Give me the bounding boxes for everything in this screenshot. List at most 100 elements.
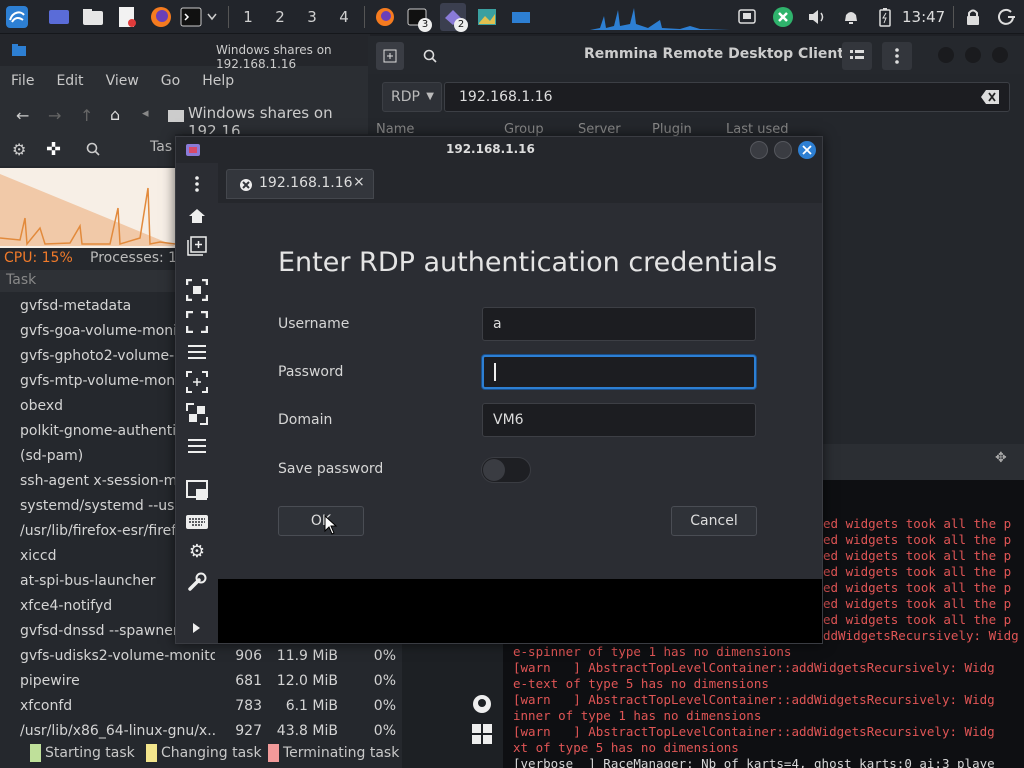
minimize-button[interactable] [938,47,954,63]
dynamic-resolution-icon[interactable] [186,403,208,425]
list-view-icon[interactable] [842,42,872,70]
multi-monitor-icon[interactable] [186,479,208,501]
file-manager-icon[interactable] [80,3,106,31]
preferences-icon[interactable]: ⚙ [186,541,208,563]
close-button[interactable] [992,47,1008,63]
cancel-button[interactable]: Cancel [671,506,757,536]
connection-tab[interactable]: 192.168.1.16 × [226,169,374,199]
clock[interactable]: 13:47 [902,0,945,34]
table-row[interactable]: xfconfd 783 6.1 MiB 0% [0,694,402,719]
terminal-task-icon[interactable]: 3 [404,3,432,32]
save-password-label: Save password [278,461,384,477]
terminal-line: [warn ] AbstractTopLevelContainer::addWi… [513,692,995,707]
remmina-task-icon[interactable]: 2 [440,3,468,32]
file-manager-window: Windows shares on 192.168.1.16 File Edit… [0,34,370,140]
minimize-button[interactable] [750,141,768,159]
home-icon[interactable] [186,205,208,227]
menu-dots-icon[interactable] [186,173,208,195]
app-status-icon[interactable] [770,3,796,31]
menu-go[interactable]: Go [150,68,191,94]
pin-icon[interactable]: ✥ [995,450,1007,466]
close-button[interactable] [798,141,816,159]
process-count: Processes: 14 [90,250,175,266]
task-name: systemd/systemd --user [20,498,175,514]
address-input[interactable]: 192.168.1.16 [444,82,1010,112]
workspace-2[interactable]: 2 [264,0,296,34]
domain-input[interactable]: VM6 [482,403,756,437]
password-input[interactable] [482,355,756,389]
text-editor-icon[interactable] [114,3,140,31]
workspace-4[interactable]: 4 [328,0,360,34]
task-name: obexd [20,398,63,414]
hamburger-icon[interactable] [186,435,208,457]
window-icon[interactable] [734,3,760,31]
remote-desktop-area[interactable] [218,579,822,643]
dialog-titlebar[interactable]: 192.168.1.16 [176,137,822,163]
home-icon[interactable]: ⌂ [110,105,120,124]
table-row[interactable]: /usr/lib/x86_64-linux-gnu/x... 927 43.8 Mi… [0,719,402,744]
fit-window-icon[interactable] [186,279,208,301]
expand-toolbar-icon[interactable] [186,617,208,639]
path-left-icon[interactable]: ◂ [142,106,149,121]
chevron-down-icon[interactable] [203,3,221,31]
workspace-3[interactable]: 3 [296,0,328,34]
terminal-line: ed widgets took all the p [823,596,1012,611]
back-icon[interactable]: ← [16,106,29,125]
menu-help[interactable]: Help [191,68,245,94]
table-row[interactable]: gvfs-udisks2-volume-monitor 906 11.9 MiB 0% [0,644,402,669]
logout-icon[interactable] [994,3,1020,31]
column-name[interactable]: Name [376,122,414,136]
up-icon[interactable]: ↑ [80,106,93,125]
menu-file[interactable]: File [0,68,45,94]
show-desktop-icon[interactable] [46,3,72,31]
tools-icon[interactable] [186,571,208,593]
domain-label: Domain [278,412,333,428]
hamburger-icon[interactable] [186,341,208,363]
tab-close-icon[interactable]: × [353,174,365,190]
lock-icon[interactable] [960,3,986,31]
menu-edit[interactable]: Edit [45,68,94,94]
menu-dots-icon[interactable] [882,42,912,70]
search-icon[interactable] [416,42,444,70]
volume-icon[interactable] [804,3,830,31]
firefox-task-icon[interactable] [372,3,398,31]
column-group[interactable]: Group [504,122,544,136]
move-icon[interactable]: ✜ [46,139,61,160]
column-last-used[interactable]: Last used [726,122,788,136]
task-name: pipewire [20,673,80,689]
window-task-icon[interactable] [508,3,534,31]
username-value: a [493,316,502,332]
maximize-button[interactable] [774,141,792,159]
firefox-icon[interactable] [148,3,174,31]
menu-view[interactable]: View [95,68,150,94]
terminal-line: ed widgets took all the p [823,580,1012,595]
fullscreen-icon[interactable] [186,311,208,333]
terminal-icon[interactable] [178,3,204,31]
task-column-header[interactable]: Task [0,270,175,292]
file-manager-title: Windows shares on 192.168.1.16 [216,43,332,71]
legend-swatch-terminating [268,744,279,762]
column-plugin[interactable]: Plugin [652,122,692,136]
ok-button[interactable]: OK [278,506,364,536]
save-password-switch[interactable] [481,457,531,483]
task-badge: 2 [454,18,468,32]
forward-icon[interactable]: → [48,106,61,125]
table-row[interactable]: pipewire 681 12.0 MiB 0% [0,669,402,694]
image-viewer-task-icon[interactable] [474,3,500,31]
protocol-select[interactable]: RDP ▼ [382,82,442,112]
kali-menu-icon[interactable] [4,3,30,31]
settings-icon[interactable]: ⚙ [12,140,26,159]
notifications-icon[interactable] [838,3,864,31]
column-server[interactable]: Server [578,122,621,136]
workspace-1[interactable]: 1 [232,0,264,34]
keyboard-icon[interactable] [186,511,208,533]
toolbar-search-label: Tas [150,139,173,155]
new-connection-icon[interactable] [376,42,404,70]
duplicate-icon[interactable] [186,235,208,257]
maximize-button[interactable] [965,47,981,63]
scaled-mode-icon[interactable] [186,371,208,393]
username-input[interactable]: a [482,307,756,341]
task-name: gvfsd-metadata [20,298,132,314]
file-manager-titlebar[interactable]: Windows shares on 192.168.1.16 [0,34,370,71]
battery-icon[interactable] [872,3,898,31]
